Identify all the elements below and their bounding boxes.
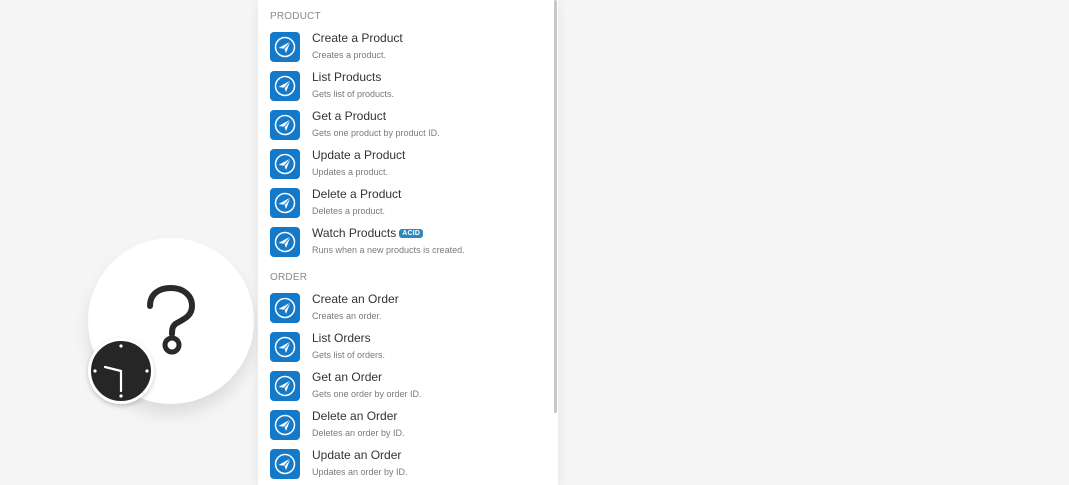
section-header-1: ORDER [270, 272, 308, 283]
module-title: Update a Product [312, 148, 405, 162]
module-description: Runs when a new products is created. [312, 245, 465, 255]
module-item[interactable]: List Orders Gets list of orders. [258, 330, 554, 369]
module-description: Creates a product. [312, 50, 387, 60]
app-logo-icon [270, 410, 300, 440]
module-item[interactable]: Create an Order Creates an order. [258, 291, 554, 330]
module-description: Creates an order. [312, 311, 382, 321]
module-title-text: Update a Product [312, 148, 406, 162]
module-item[interactable]: Delete an Order Deletes an order by ID. [258, 408, 554, 447]
module-item[interactable]: Watch Products ACID Runs when a new produc… [258, 225, 554, 264]
app-logo-icon [270, 449, 300, 479]
module-item[interactable]: Create a Product Creates a product. [258, 30, 554, 69]
module-title: Delete a Product [312, 187, 401, 201]
module-title-text: Watch Products [312, 226, 397, 240]
module-title-text: Update an Order [312, 448, 402, 462]
module-title: Delete an Order [312, 409, 397, 423]
module-title-text: Get an Order [312, 370, 383, 384]
module-title-text: List Orders [312, 331, 371, 345]
module-description: Deletes a product. [312, 206, 386, 216]
module-item[interactable]: List Products Gets list of products. [258, 69, 554, 108]
acid-badge: ACID [399, 229, 424, 238]
module-description: Updates an order by ID. [312, 467, 408, 477]
app-logo-icon [270, 149, 300, 179]
module-title-text: Get a Product [312, 109, 387, 123]
module-description: Gets one order by order ID. [312, 389, 422, 399]
panel-scrollbar[interactable] [554, 0, 557, 413]
module-title: List Products [312, 70, 381, 84]
module-description: Gets list of orders. [312, 350, 386, 360]
module-title: Create a Product [312, 31, 403, 45]
module-title-text: Create an Order [312, 292, 399, 306]
module-title: Get an Order [312, 370, 382, 384]
app-logo-icon [270, 71, 300, 101]
app-logo-icon [270, 32, 300, 62]
module-title: Get a Product [312, 109, 386, 123]
app-logo-icon [270, 188, 300, 218]
module-title-text: List Products [312, 70, 382, 84]
module-title: Update an Order [312, 448, 401, 462]
app-logo-icon [270, 332, 300, 362]
module-description: Updates a product. [312, 167, 389, 177]
module-item[interactable]: Get an Order Gets one order by order ID. [258, 369, 554, 408]
module-description: Deletes an order by ID. [312, 428, 405, 438]
module-item[interactable]: Get a Product Gets one product by product… [258, 108, 554, 147]
module-description: Gets list of products. [312, 89, 395, 99]
module-item[interactable]: Delete a Product Deletes a product. [258, 186, 554, 225]
module-title-text: Create a Product [312, 31, 403, 45]
module-title-text: Delete an Order [312, 409, 398, 423]
module-picker-panel: PRODUCT Create a Product Creates a produc… [258, 0, 558, 485]
module-title: Watch Products ACID [312, 226, 424, 240]
module-description: Gets one product by product ID. [312, 128, 440, 138]
app-logo-icon [270, 371, 300, 401]
clock-icon [93, 344, 149, 398]
module-item[interactable]: Update an Order Updates an order by ID. [258, 447, 554, 485]
section-header-0: PRODUCT [270, 11, 321, 22]
app-logo-icon [270, 227, 300, 257]
module-title: List Orders [312, 331, 371, 345]
app-logo-icon [270, 110, 300, 140]
module-title-text: Delete a Product [312, 187, 402, 201]
module-title: Create an Order [312, 292, 399, 306]
scheduler-clock-badge[interactable] [88, 338, 154, 404]
module-item[interactable]: Update a Product Updates a product. [258, 147, 554, 186]
app-logo-icon [270, 293, 300, 323]
